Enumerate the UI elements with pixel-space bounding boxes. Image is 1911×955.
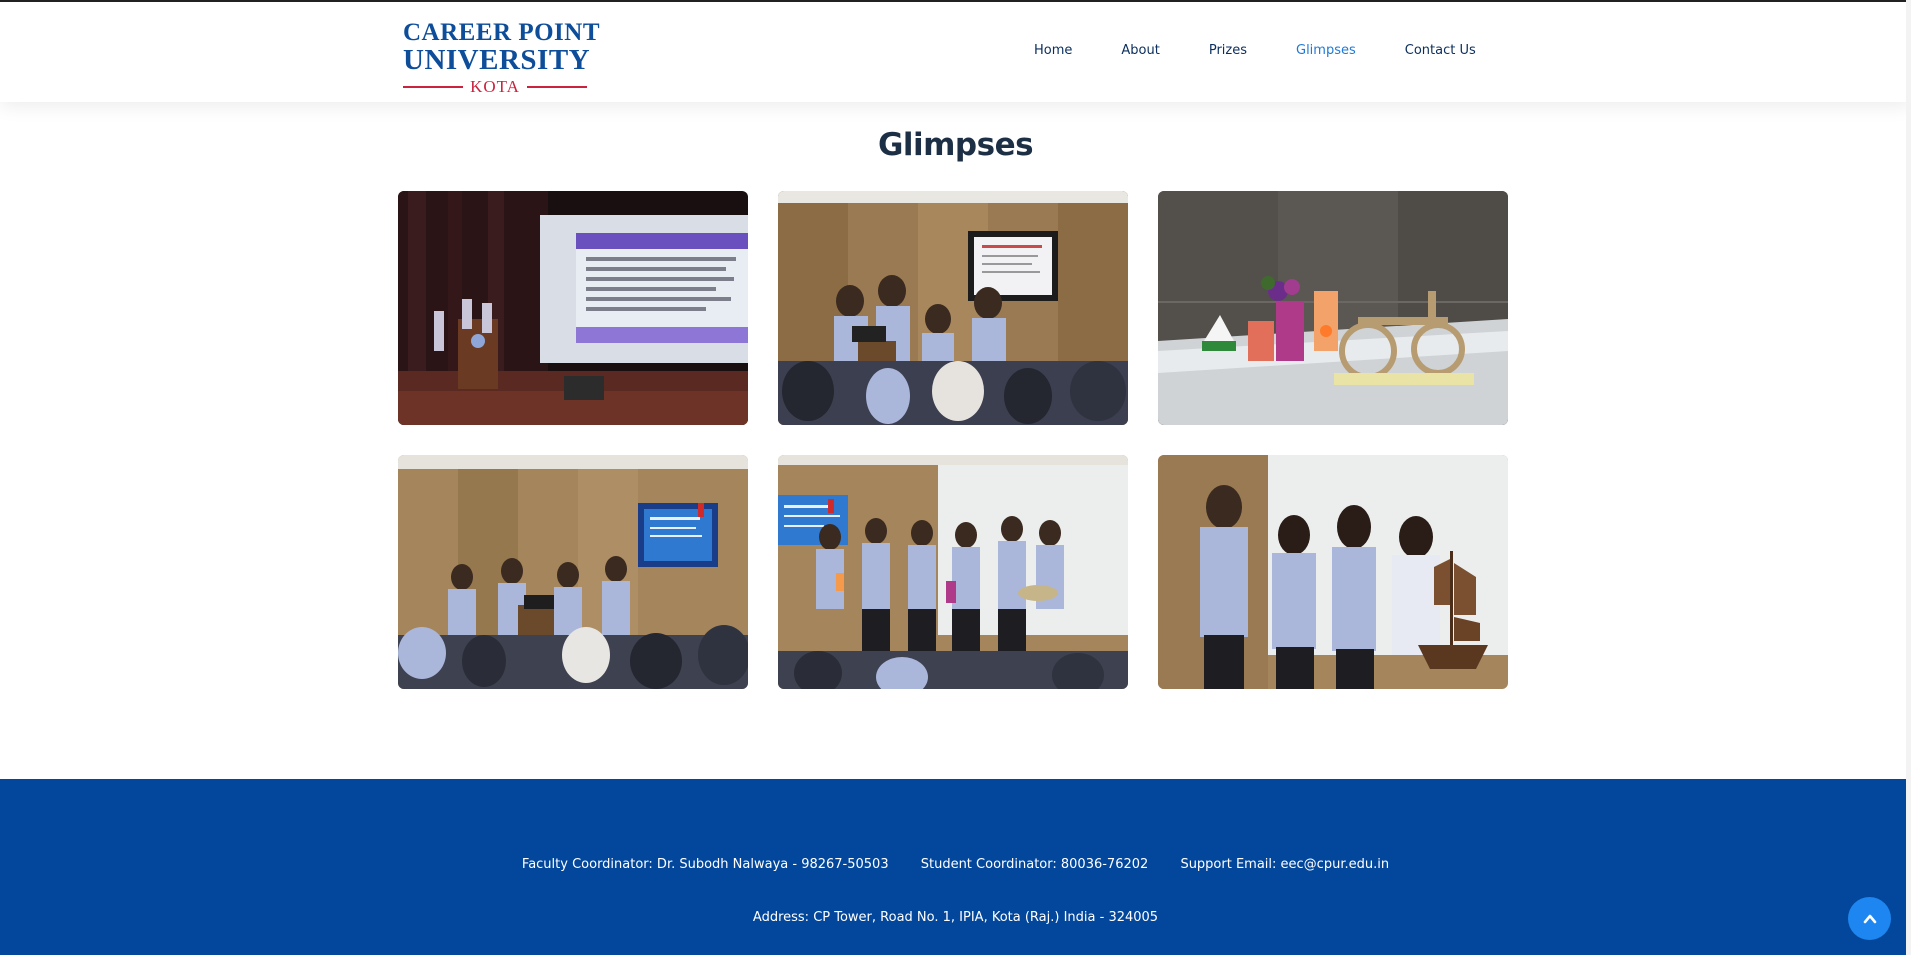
main-navigation: Home About Prizes Glimpses Contact Us bbox=[1034, 43, 1476, 58]
handicraft-display-image bbox=[1158, 191, 1508, 425]
group-holding-crafts-image bbox=[778, 455, 1128, 689]
auditorium-stage-image bbox=[398, 191, 748, 425]
nav-contact-us-link[interactable]: Contact Us bbox=[1405, 43, 1476, 58]
career-point-university-logo[interactable]: CAREER POINT UNIVERSITY KOTA bbox=[403, 19, 600, 96]
site-header: CAREER POINT UNIVERSITY KOTA Home About … bbox=[0, 2, 1911, 102]
students-with-ship-model-image bbox=[1158, 455, 1508, 689]
logo-rule-left bbox=[403, 85, 464, 88]
nav-home-link[interactable]: Home bbox=[1034, 43, 1072, 58]
logo-line-2: UNIVERSITY bbox=[403, 44, 591, 76]
gallery-photo-6[interactable] bbox=[1158, 455, 1508, 689]
nav-about-link[interactable]: About bbox=[1121, 43, 1159, 58]
footer-contacts: Faculty Coordinator: Dr. Subodh Nalwaya … bbox=[0, 857, 1911, 872]
logo-line-1: CAREER POINT bbox=[403, 19, 600, 46]
team-presenting-image bbox=[778, 191, 1128, 425]
chevron-up-icon bbox=[1863, 914, 1876, 923]
student-coordinator-text: Student Coordinator: 80036-76202 bbox=[920, 857, 1149, 872]
logo-kota-text: KOTA bbox=[470, 77, 520, 96]
gallery-photo-1[interactable] bbox=[398, 191, 748, 425]
gallery-photo-3[interactable] bbox=[1158, 191, 1508, 425]
group-presentation-image bbox=[398, 455, 748, 689]
footer-address: Address: CP Tower, Road No. 1, IPIA, Kot… bbox=[752, 910, 1159, 925]
nav-prizes-link[interactable]: Prizes bbox=[1209, 43, 1247, 58]
nav-glimpses-link[interactable]: Glimpses bbox=[1296, 43, 1356, 58]
support-email-text: Support Email: eec@cpur.edu.in bbox=[1180, 857, 1390, 872]
gallery-photo-5[interactable] bbox=[778, 455, 1128, 689]
logo-kota-row: KOTA bbox=[403, 77, 588, 96]
window-scrollbar[interactable] bbox=[1906, 0, 1911, 955]
scroll-to-top-button[interactable] bbox=[1848, 897, 1891, 940]
gallery-photo-2[interactable] bbox=[778, 191, 1128, 425]
glimpses-heading: Glimpses bbox=[877, 127, 1034, 163]
logo-rule-right bbox=[526, 85, 588, 88]
faculty-coordinator-text: Faculty Coordinator: Dr. Subodh Nalwaya … bbox=[521, 857, 889, 872]
gallery-photo-4[interactable] bbox=[398, 455, 748, 689]
